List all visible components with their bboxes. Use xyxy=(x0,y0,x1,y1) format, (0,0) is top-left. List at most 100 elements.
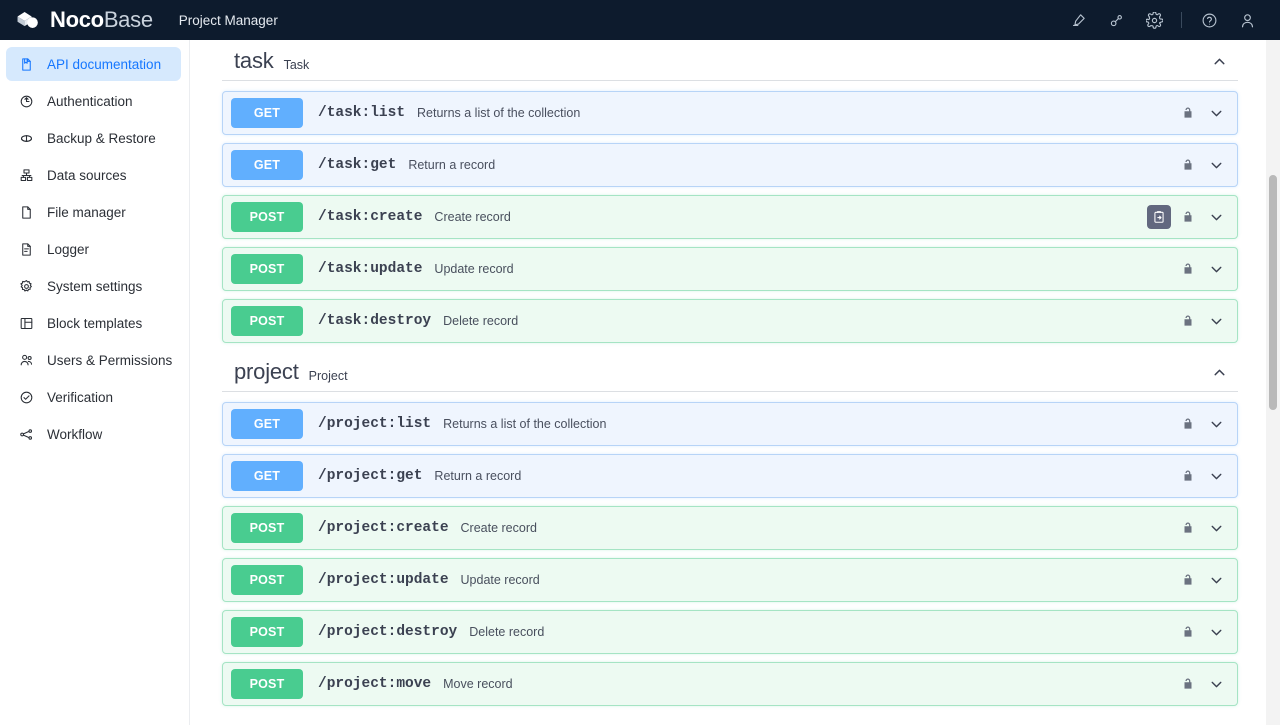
chevron-down-icon[interactable] xyxy=(1205,154,1227,176)
operation-actions xyxy=(1179,413,1227,435)
operation-description: Create record xyxy=(434,210,511,224)
chevron-down-icon[interactable] xyxy=(1205,310,1227,332)
sidebar-item-file-manager[interactable]: File manager xyxy=(6,195,181,229)
operation-path: /project:list xyxy=(318,416,432,432)
operation-row[interactable]: GET /task:get Return a record xyxy=(222,143,1238,187)
operation-actions xyxy=(1179,258,1227,280)
operation-actions xyxy=(1179,673,1227,695)
http-method-badge: POST xyxy=(231,202,303,232)
chevron-down-icon[interactable] xyxy=(1205,621,1227,643)
chevron-down-icon[interactable] xyxy=(1205,102,1227,124)
unlocked-icon[interactable] xyxy=(1179,518,1197,538)
unlocked-icon[interactable] xyxy=(1179,155,1197,175)
operation-row[interactable]: POST /project:move Move record xyxy=(222,662,1238,706)
chevron-down-icon[interactable] xyxy=(1205,465,1227,487)
unlocked-icon[interactable] xyxy=(1179,570,1197,590)
operation-description: Returns a list of the collection xyxy=(417,106,581,120)
copy-icon[interactable] xyxy=(1147,205,1171,229)
operation-path: /task:update xyxy=(318,261,423,277)
unlocked-icon[interactable] xyxy=(1179,622,1197,642)
chevron-down-icon[interactable] xyxy=(1205,569,1227,591)
operation-row[interactable]: GET /project:get Return a record xyxy=(222,454,1238,498)
operation-path: /task:create xyxy=(318,209,423,225)
operation-path: /task:get xyxy=(318,157,397,173)
help-circle-icon[interactable] xyxy=(1190,0,1228,40)
sidebar-item-backup-restore[interactable]: Backup & Restore xyxy=(6,121,181,155)
chevron-up-icon[interactable] xyxy=(1204,359,1234,385)
brand-logo-area[interactable]: NocoBase xyxy=(0,9,153,31)
operation-description: Return a record xyxy=(434,469,522,483)
operation-description: Update record xyxy=(434,262,514,276)
operation-actions xyxy=(1179,102,1227,124)
operation-path: /project:move xyxy=(318,676,432,692)
unlocked-icon[interactable] xyxy=(1179,311,1197,331)
operation-path: /project:update xyxy=(318,572,449,588)
app-title: Project Manager xyxy=(178,12,278,28)
header-divider xyxy=(1181,12,1182,28)
unlocked-icon[interactable] xyxy=(1179,103,1197,123)
user-avatar-icon[interactable] xyxy=(1228,0,1266,40)
unlocked-icon[interactable] xyxy=(1179,414,1197,434)
sidebar-item-users-permissions[interactable]: Users & Permissions xyxy=(6,343,181,377)
sidebar-item-label: Authentication xyxy=(47,93,133,109)
http-method-badge: GET xyxy=(231,461,303,491)
unlocked-icon[interactable] xyxy=(1179,466,1197,486)
operation-row[interactable]: POST /task:create Create record xyxy=(222,195,1238,239)
http-method-badge: POST xyxy=(231,565,303,595)
operation-actions xyxy=(1179,569,1227,591)
operation-row[interactable]: POST /task:update Update record xyxy=(222,247,1238,291)
sidebar-item-block-templates[interactable]: Block templates xyxy=(6,306,181,340)
chevron-down-icon[interactable] xyxy=(1205,258,1227,280)
chevron-down-icon[interactable] xyxy=(1205,206,1227,228)
operation-actions xyxy=(1179,621,1227,643)
operation-row[interactable]: POST /project:update Update record xyxy=(222,558,1238,602)
collection-section-task: task Task GET /task:list Returns a list … xyxy=(212,40,1248,343)
sidebar-item-data-sources[interactable]: Data sources xyxy=(6,158,181,192)
unlocked-icon[interactable] xyxy=(1179,207,1197,227)
unlocked-icon[interactable] xyxy=(1179,259,1197,279)
sidebar-item-api-documentation[interactable]: API documentation xyxy=(6,47,181,81)
vertical-scrollbar-thumb[interactable] xyxy=(1269,175,1277,410)
operation-path: /task:list xyxy=(318,105,406,121)
operation-row[interactable]: GET /task:list Returns a list of the col… xyxy=(222,91,1238,135)
sidebar-item-label: Block templates xyxy=(47,315,143,331)
http-method-badge: POST xyxy=(231,306,303,336)
sidebar-item-verification[interactable]: Verification xyxy=(6,380,181,414)
sidebar-item-workflow[interactable]: Workflow xyxy=(6,417,181,451)
chevron-down-icon[interactable] xyxy=(1205,413,1227,435)
nocobase-logo-icon xyxy=(17,12,38,28)
chevron-down-icon[interactable] xyxy=(1205,517,1227,539)
http-method-badge: GET xyxy=(231,98,303,128)
http-method-badge: GET xyxy=(231,409,303,439)
logger-icon xyxy=(18,241,35,258)
highlighter-icon[interactable] xyxy=(1059,0,1097,40)
section-header[interactable]: task Task xyxy=(222,40,1238,81)
sidebar-item-label: File manager xyxy=(47,204,126,220)
users-permissions-icon xyxy=(18,352,35,369)
sidebar-item-authentication[interactable]: Authentication xyxy=(6,84,181,118)
section-header[interactable]: project Project xyxy=(222,351,1238,392)
plugin-icon[interactable] xyxy=(1097,0,1135,40)
chevron-down-icon[interactable] xyxy=(1205,673,1227,695)
operation-path: /project:create xyxy=(318,520,449,536)
gear-icon[interactable] xyxy=(1135,0,1173,40)
operation-row[interactable]: POST /project:create Create record xyxy=(222,506,1238,550)
http-method-badge: POST xyxy=(231,669,303,699)
operation-description: Move record xyxy=(443,677,513,691)
operation-description: Returns a list of the collection xyxy=(443,417,607,431)
operation-row[interactable]: GET /project:list Returns a list of the … xyxy=(222,402,1238,446)
unlocked-icon[interactable] xyxy=(1179,674,1197,694)
chevron-up-icon[interactable] xyxy=(1204,48,1234,74)
http-method-badge: POST xyxy=(231,513,303,543)
operation-row[interactable]: POST /project:destroy Delete record xyxy=(222,610,1238,654)
sidebar-item-system-settings[interactable]: System settings xyxy=(6,269,181,303)
top-header-bar: NocoBase Project Manager xyxy=(0,0,1280,40)
operation-row[interactable]: POST /task:destroy Delete record xyxy=(222,299,1238,343)
vertical-scrollbar-track[interactable] xyxy=(1266,40,1280,725)
api-documentation-panel: task Task GET /task:list Returns a list … xyxy=(190,40,1280,725)
sidebar-item-label: Workflow xyxy=(47,426,103,442)
sidebar-item-label: Verification xyxy=(47,389,114,405)
file-manager-icon xyxy=(18,204,35,221)
sidebar-item-logger[interactable]: Logger xyxy=(6,232,181,266)
operation-description: Delete record xyxy=(443,314,519,328)
